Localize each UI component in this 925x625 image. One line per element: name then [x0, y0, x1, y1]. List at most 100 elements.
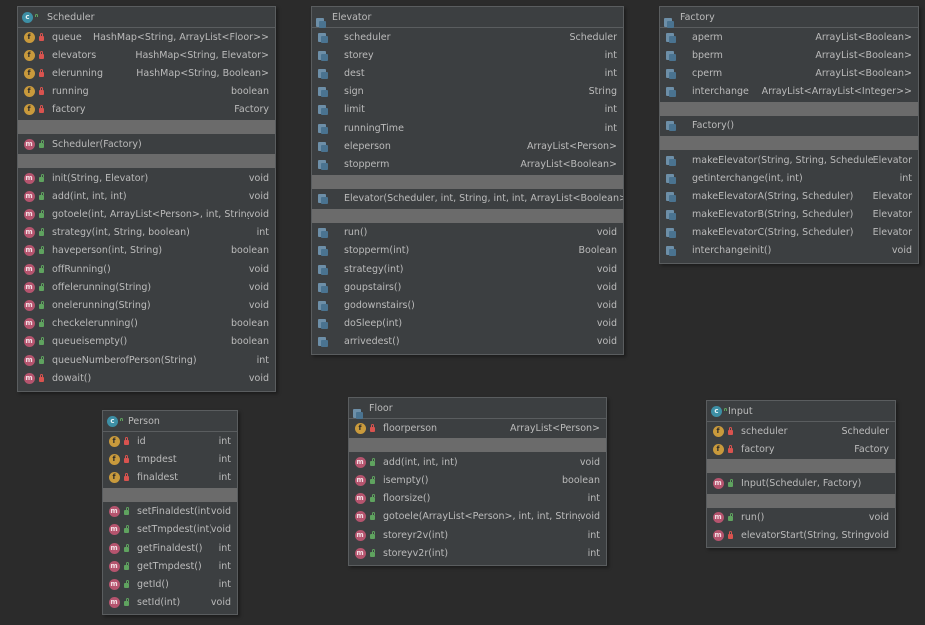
method-row[interactable]: m init(String, Elevator) void [18, 169, 275, 187]
class-box-scheduler[interactable]: c Scheduler f queue HashMap<String, ArrayL… [17, 6, 276, 392]
field-row[interactable]: scheduler Scheduler [312, 28, 623, 46]
method-row[interactable]: m add(int, int, int) void [18, 187, 275, 205]
method-row[interactable]: m haveperson(int, String) boolean [18, 242, 275, 260]
class-header[interactable]: Factory [660, 7, 918, 28]
field-row[interactable]: limit int [312, 101, 623, 119]
class-box-elevator[interactable]: Elevator scheduler Scheduler storey int de… [311, 6, 624, 355]
field-row[interactable]: bperm ArrayList<Boolean> [660, 46, 918, 64]
constructor-row[interactable]: Factory() [660, 117, 918, 135]
class-icon: c [22, 11, 33, 23]
method-row[interactable]: m getFinaldest() int [103, 539, 237, 557]
method-row[interactable]: stopperm(int) Boolean [312, 242, 623, 260]
class-box-input[interactable]: c Input f scheduler Scheduler f factory Fact… [706, 400, 896, 548]
method-row[interactable]: m checkelerunning() boolean [18, 315, 275, 333]
method-row[interactable]: m offelerunning(String) void [18, 278, 275, 296]
method-row[interactable]: godownstairs() void [312, 296, 623, 314]
field-type: ArrayList<Person> [509, 422, 600, 434]
method-row[interactable]: m getTmpdest() int [103, 557, 237, 575]
method-row[interactable]: run() void [312, 224, 623, 242]
method-row[interactable]: makeElevatorC(String, Scheduler) Elevator [660, 224, 918, 242]
class-box-factory[interactable]: Factory aperm ArrayList<Boolean> bperm Arr… [659, 6, 919, 264]
field-row[interactable]: f floorperson ArrayList<Person> [349, 419, 606, 437]
field-type: String [588, 86, 617, 98]
class-box-person[interactable]: c Person f id int f tmpdest int f finaldest in… [102, 410, 238, 615]
method-name: init(String, Elevator) [52, 172, 149, 184]
constructor-row[interactable]: m Scheduler(Factory) [18, 135, 275, 153]
field-row[interactable]: runningTime int [312, 119, 623, 137]
field-row[interactable]: f tmpdest int [103, 450, 237, 468]
class-box-floor[interactable]: Floor f floorperson ArrayList<Person> m add… [348, 397, 607, 566]
method-row[interactable]: interchangeinit() void [660, 242, 918, 260]
field-name: factory [52, 104, 86, 116]
method-row[interactable]: m floorsize() int [349, 490, 606, 508]
field-row[interactable]: stopperm ArrayList<Boolean> [312, 155, 623, 173]
method-row[interactable]: m gotoele(ArrayList<Person>, int, int, St… [349, 508, 606, 526]
field-name: runningTime [344, 122, 404, 134]
method-row[interactable]: m queueisempty() boolean [18, 333, 275, 351]
method-row[interactable]: m add(int, int, int) void [349, 453, 606, 471]
field-row[interactable]: sign String [312, 83, 623, 101]
field-row[interactable]: storey int [312, 46, 623, 64]
method-row[interactable]: makeElevatorA(String, Scheduler) Elevator [660, 187, 918, 205]
method-row[interactable]: goupstairs() void [312, 278, 623, 296]
constructor-row[interactable]: m Input(Scheduler, Factory) [707, 474, 895, 492]
class-header[interactable]: c Scheduler [18, 7, 275, 28]
field-row[interactable]: dest int [312, 64, 623, 82]
return-type: void [210, 506, 231, 518]
constructor-row[interactable]: Elevator(Scheduler, int, String, int, in… [312, 190, 623, 208]
field-row[interactable]: f elevators HashMap<String, Elevator> [18, 46, 275, 64]
field-row[interactable]: f finaldest int [103, 468, 237, 486]
public-icon [38, 191, 44, 200]
method-row[interactable]: m strategy(int, String, boolean) int [18, 224, 275, 242]
field-row[interactable]: f elerunning HashMap<String, Boolean> [18, 64, 275, 82]
method-name: makeElevatorB(String, Scheduler) [692, 209, 854, 221]
field-row[interactable]: f queue HashMap<String, ArrayList<Floor>> [18, 28, 275, 46]
method-row[interactable]: m gotoele(int, ArrayList<Person>, int, St… [18, 206, 275, 224]
field-row[interactable]: eleperson ArrayList<Person> [312, 137, 623, 155]
private-icon [38, 373, 44, 382]
method-row[interactable]: m setTmpdest(int) void [103, 521, 237, 539]
method-row[interactable]: m offRunning() void [18, 260, 275, 278]
field-row[interactable]: aperm ArrayList<Boolean> [660, 28, 918, 46]
field-row[interactable]: f factory Factory [18, 101, 275, 119]
static-method-icon: m [354, 547, 366, 559]
method-row[interactable]: m isempty() boolean [349, 471, 606, 489]
field-row[interactable]: f factory Factory [707, 440, 895, 458]
method-row[interactable]: m elevatorStart(String, String) void [707, 527, 895, 545]
field-row[interactable]: cperm ArrayList<Boolean> [660, 64, 918, 82]
field-row[interactable]: f scheduler Scheduler [707, 422, 895, 440]
field-row[interactable]: f running boolean [18, 83, 275, 101]
method-row[interactable]: makeElevatorB(String, Scheduler) Elevator [660, 206, 918, 224]
method-row[interactable]: m run() void [707, 509, 895, 527]
method-row[interactable]: m onelerunning(String) void [18, 296, 275, 314]
class-header[interactable]: c Person [103, 411, 237, 432]
method-row[interactable]: doSleep(int) void [312, 315, 623, 333]
field-name: eleperson [344, 140, 391, 152]
class-header[interactable]: c Input [707, 401, 895, 422]
method-row[interactable]: m setFinaldest(int) void [103, 503, 237, 521]
method-row[interactable]: m getId() int [103, 575, 237, 593]
method-name: setFinaldest(int) [137, 506, 211, 518]
field-row[interactable]: interchange ArrayList<ArrayList<Integer>> [660, 83, 918, 101]
method-row[interactable]: m setId(int) void [103, 594, 237, 612]
method-icon: m [23, 281, 35, 293]
return-type: void [868, 530, 889, 542]
method-row[interactable]: makeElevator(String, String, Scheduler) E… [660, 151, 918, 169]
method-row[interactable]: strategy(int) void [312, 260, 623, 278]
return-type: void [248, 281, 269, 293]
method-row[interactable]: arrivedest() void [312, 333, 623, 351]
field-row[interactable]: f id int [103, 432, 237, 450]
method-row[interactable]: getinterchange(int, int) int [660, 169, 918, 187]
class-header[interactable]: Floor [349, 398, 606, 419]
method-row[interactable]: m storeyv2r(int) int [349, 544, 606, 562]
method-row[interactable]: m dowait() void [18, 369, 275, 387]
public-icon [38, 228, 44, 237]
method-icon [317, 227, 329, 239]
method-row[interactable]: m queueNumberofPerson(String) int [18, 351, 275, 369]
class-header[interactable]: Elevator [312, 7, 623, 28]
method-name: add(int, int, int) [383, 456, 458, 468]
field-icon [317, 68, 329, 79]
method-icon: m [354, 474, 366, 486]
field-name: floorperson [383, 422, 438, 434]
method-row[interactable]: m storeyr2v(int) int [349, 526, 606, 544]
